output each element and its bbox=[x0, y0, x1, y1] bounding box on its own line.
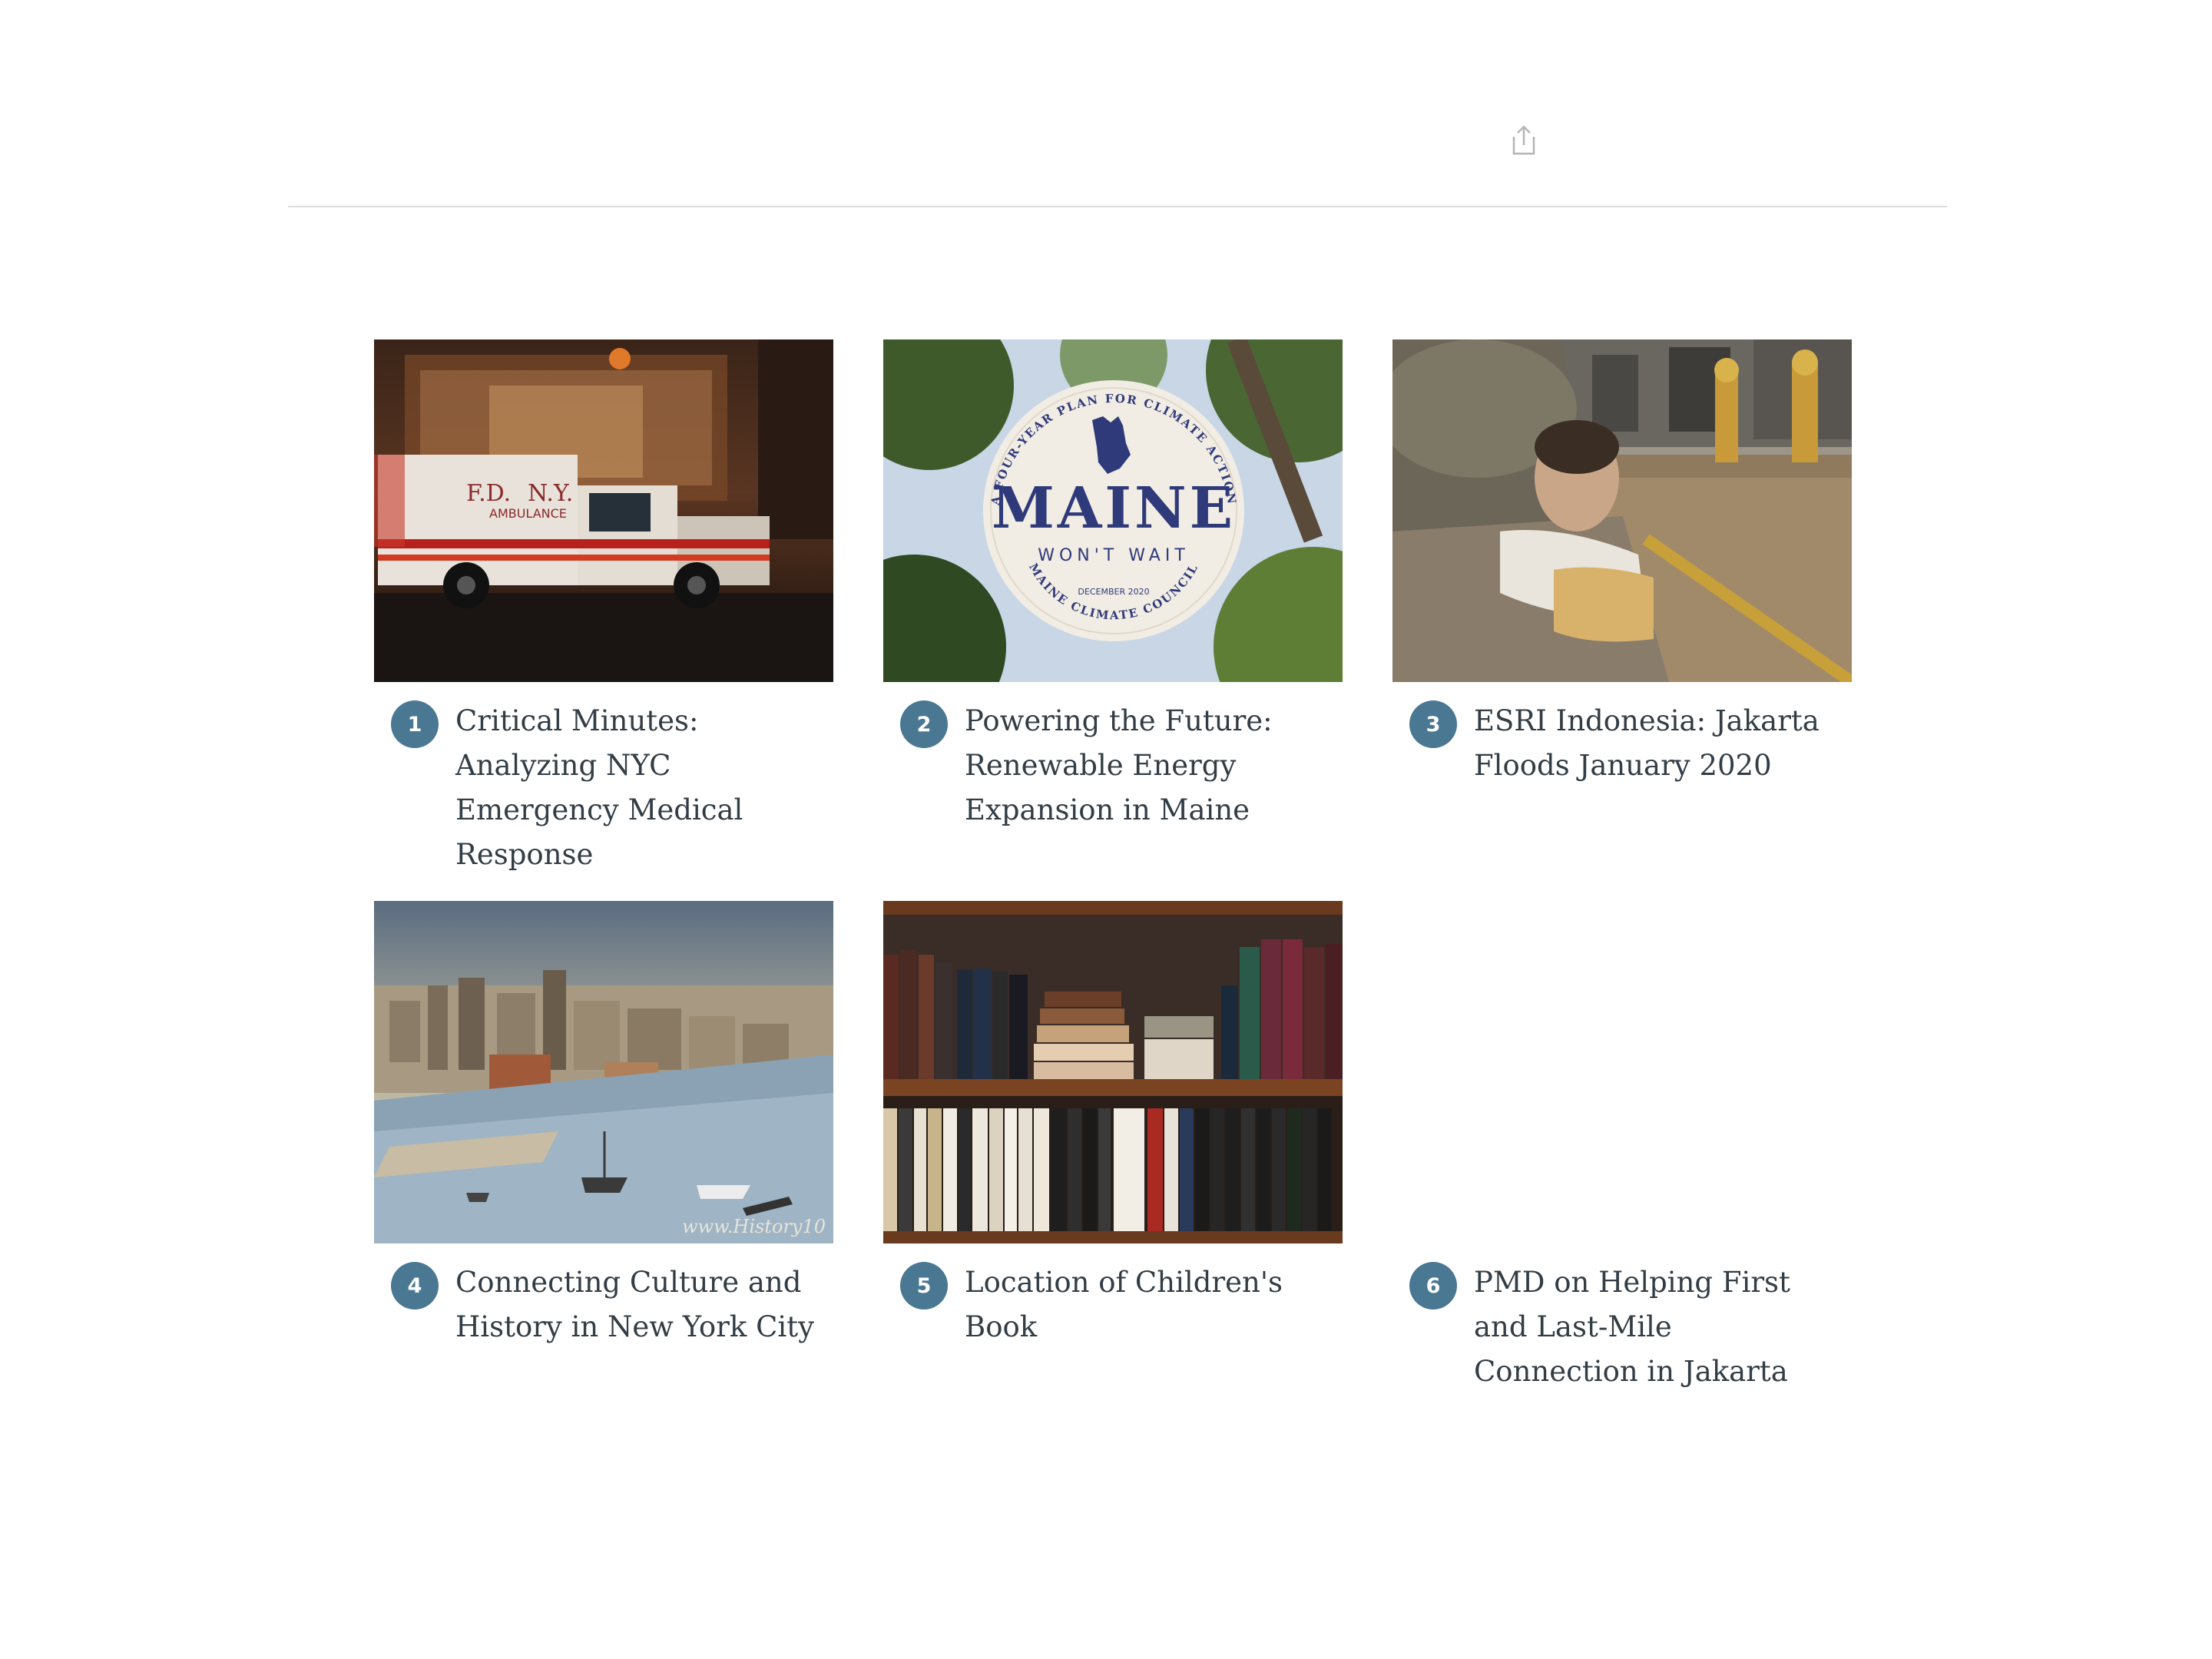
ambulance-photo: F.D. N.Y. AMBULANCE bbox=[374, 339, 833, 682]
story-caption-1: 1 Critical Minutes: Analyzing NYC Emerge… bbox=[374, 699, 833, 877]
story-title[interactable]: ESRI Indonesia: Jakarta Floods January 2… bbox=[1474, 699, 1844, 788]
story-card-1[interactable]: F.D. N.Y. AMBULANCE 1 Critical Minutes: … bbox=[374, 339, 833, 877]
story-caption-3: 3 ESRI Indonesia: Jakarta Floods January… bbox=[1392, 699, 1852, 788]
story-title[interactable]: Critical Minutes: Analyzing NYC Emergenc… bbox=[455, 699, 826, 877]
story-title[interactable]: Powering the Future: Renewable Energy Ex… bbox=[965, 699, 1335, 833]
bookshelf-photo bbox=[883, 901, 1343, 1243]
story-number-badge: 4 bbox=[391, 1262, 439, 1310]
story-number-badge: 2 bbox=[900, 700, 948, 748]
story-thumbnail-3[interactable] bbox=[1392, 339, 1852, 682]
svg-text:AMBULANCE: AMBULANCE bbox=[489, 506, 567, 521]
flood-photo bbox=[1392, 339, 1852, 682]
story-number-badge: 1 bbox=[391, 700, 439, 748]
story-caption-6: 6 PMD on Helping First and Last-Mile Con… bbox=[1392, 1260, 1852, 1394]
story-thumbnail-1[interactable]: F.D. N.Y. AMBULANCE bbox=[374, 339, 833, 682]
story-thumbnail-2[interactable]: A FOUR-YEAR PLAN FOR CLIMATE ACTION MAIN… bbox=[883, 339, 1343, 682]
story-thumbnail-4[interactable]: www.History10 bbox=[374, 901, 833, 1243]
image-watermark: www.History10 bbox=[682, 1216, 826, 1237]
story-title[interactable]: Connecting Culture and History in New Yo… bbox=[455, 1260, 826, 1349]
story-number-badge: 3 bbox=[1409, 700, 1457, 748]
story-title[interactable]: PMD on Helping First and Last-Mile Conne… bbox=[1474, 1260, 1844, 1394]
story-caption-4: 4 Connecting Culture and History in New … bbox=[374, 1260, 833, 1349]
story-card-4[interactable]: www.History10 4 Connecting Culture and H… bbox=[374, 901, 833, 1349]
story-caption-5: 5 Location of Children's Book bbox=[883, 1260, 1343, 1349]
svg-text:N.Y.: N.Y. bbox=[528, 480, 573, 507]
story-grid: F.D. N.Y. AMBULANCE 1 Critical Minutes: … bbox=[0, 0, 2212, 1659]
logo-main-text: MAINE bbox=[992, 475, 1236, 541]
story-number-badge: 6 bbox=[1409, 1262, 1457, 1310]
nyc-engraving: www.History10 bbox=[374, 901, 833, 1243]
story-title[interactable]: Location of Children's Book bbox=[965, 1260, 1335, 1349]
story-card-3[interactable]: 3 ESRI Indonesia: Jakarta Floods January… bbox=[1392, 339, 1852, 788]
svg-text:F.D.: F.D. bbox=[466, 480, 511, 507]
story-thumbnail-6[interactable] bbox=[1392, 901, 1852, 1243]
story-card-6[interactable]: 6 PMD on Helping First and Last-Mile Con… bbox=[1392, 901, 1852, 1394]
story-card-5[interactable]: 5 Location of Children's Book bbox=[883, 901, 1343, 1349]
story-thumbnail-5[interactable] bbox=[883, 901, 1343, 1243]
logo-date-text: DECEMBER 2020 bbox=[1078, 587, 1149, 597]
story-number-badge: 5 bbox=[900, 1262, 948, 1310]
story-caption-2: 2 Powering the Future: Renewable Energy … bbox=[883, 699, 1343, 833]
story-card-2[interactable]: A FOUR-YEAR PLAN FOR CLIMATE ACTION MAIN… bbox=[883, 339, 1343, 833]
logo-sub-text: WON'T WAIT bbox=[1038, 546, 1190, 565]
maine-climate-logo: A FOUR-YEAR PLAN FOR CLIMATE ACTION MAIN… bbox=[883, 339, 1343, 682]
